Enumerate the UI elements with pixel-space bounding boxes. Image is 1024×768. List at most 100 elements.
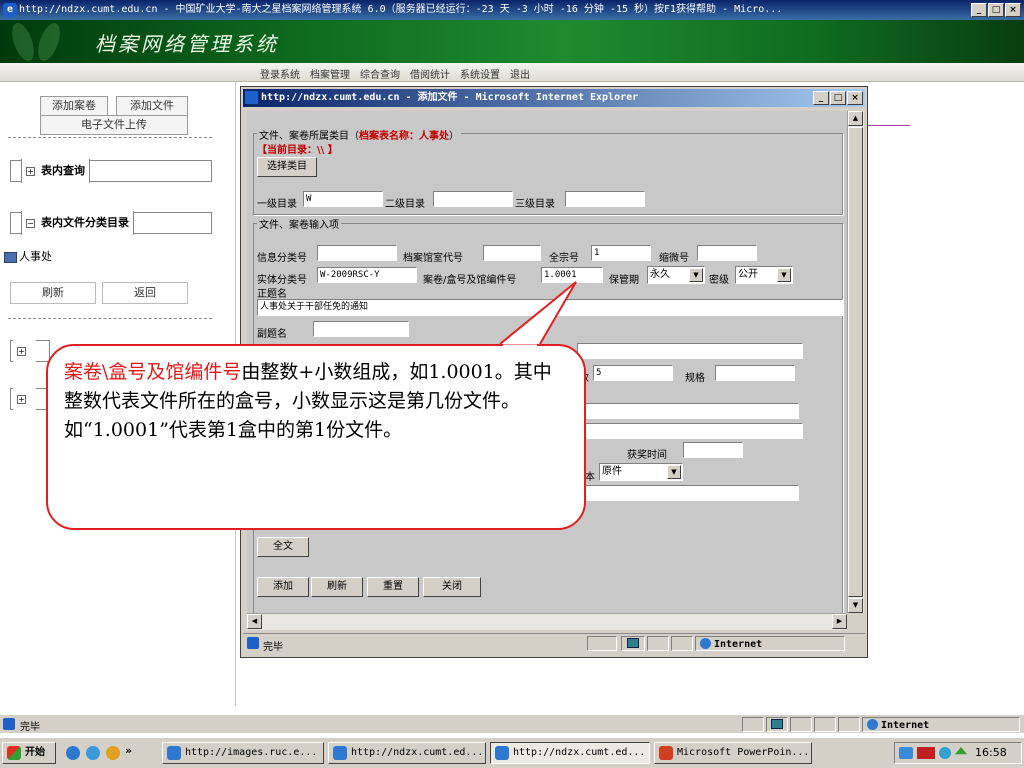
status-cell [587,636,617,651]
maximize-button[interactable]: □ [988,3,1004,17]
text-input[interactable] [577,485,799,501]
back-button[interactable]: 返回 [102,282,188,304]
text-version-label: 本 [585,472,595,483]
text-input[interactable] [577,343,803,359]
dialog-minimize-button[interactable]: _ [813,91,829,105]
ie-icon [167,746,181,760]
refresh-button[interactable]: 刷新 [10,282,96,304]
expand-icon: + [17,394,26,404]
browser-status-text: 完毕 [20,722,40,733]
collapsed-group[interactable]: + [10,339,50,363]
add-button[interactable]: 添加 [257,577,309,597]
info-class-input[interactable] [317,245,397,261]
pages-input[interactable]: 5 [593,365,673,381]
zone-label: Internet [714,639,763,650]
microfilm-input[interactable] [697,245,757,261]
spec-input[interactable] [715,365,795,381]
category-catalog-label: 表内文件分类目录 [41,216,129,229]
fonds-label: 全宗号 [549,253,579,264]
callout-text: 案卷\盒号及馆编件号由整数+小数组成，如1.0001。其中整数代表文件所在的盒号… [64,358,564,445]
upload-electronic-button[interactable]: 电子文件上传 [40,115,188,135]
scroll-thumb[interactable] [848,127,863,597]
folder-icon [4,251,17,263]
callout-highlight: 案卷\盒号及馆编件号 [64,361,242,383]
start-button[interactable]: 开始 [2,742,56,764]
menu-settings[interactable]: 系统设置 [460,66,500,81]
annotation-callout: 案卷\盒号及馆编件号由整数+小数组成，如1.0001。其中整数代表文件所在的盒号… [46,344,586,530]
menu-login[interactable]: 登录系统 [260,66,300,81]
scroll-left-icon[interactable]: ◀ [247,614,262,629]
taskbar-item[interactable]: Microsoft PowerPoin... [654,742,812,764]
archive-room-input[interactable] [483,245,541,261]
tree-item-personnel[interactable]: 人事处 [4,248,52,264]
logo-leaf-icon [33,20,65,64]
taskbar-item-active[interactable]: http://ndzx.cumt.ed... [490,742,650,764]
fulltext-button[interactable]: 全文 [257,537,309,557]
spec-label: 规格 [685,373,705,384]
chevron-right-icon[interactable]: » [125,744,132,757]
scroll-right-icon[interactable]: ▶ [832,614,847,629]
close-button[interactable]: × [1005,3,1021,17]
menu-archive-manage[interactable]: 档案管理 [310,66,350,81]
powerpoint-icon [659,746,673,760]
windows-logo-icon [7,746,21,760]
entity-class-input[interactable]: W-2009RSC-Y [317,267,417,283]
table-query-group[interactable]: + 表内查询 [10,159,212,183]
refresh-form-button[interactable]: 刷新 [311,577,363,597]
status-cell [621,636,645,651]
award-time-input[interactable] [683,442,743,458]
level1-label: 一级目录 [257,199,297,210]
system-tray: 16:58 [894,742,1022,764]
globe-icon [700,638,711,649]
add-file-button[interactable]: 添加文件 [116,96,188,116]
text-input[interactable] [577,423,803,439]
dialog-status-bar: 完毕 Internet [243,633,865,653]
main-title-input[interactable]: 人事处关于干部任免的通知 [257,299,843,316]
tray-arrow-icon[interactable] [955,747,967,755]
quicklaunch-desktop-icon[interactable] [86,746,100,760]
globe-icon [867,719,878,730]
retention-select[interactable]: 永久 ▼ [647,266,705,284]
scroll-up-icon[interactable]: ▲ [848,111,863,126]
taskbar-item[interactable]: http://images.ruc.e... [162,742,324,764]
level1-input[interactable]: W [303,191,383,207]
fonds-input[interactable]: 1 [591,245,651,261]
select-category-button[interactable]: 选择类目 [257,157,317,177]
logo-leaf-icon [7,20,39,64]
divider [8,318,212,319]
divider [8,137,212,138]
tray-network-icon[interactable] [899,747,913,759]
quicklaunch-app-icon[interactable] [106,746,120,760]
horizontal-scrollbar[interactable]: ◀ ▶ [247,613,847,630]
info-class-label: 信息分类号 [257,253,307,264]
box-no-input[interactable]: 1.0001 [541,267,603,283]
tray-ati-icon[interactable] [917,747,935,759]
page-icon [247,637,259,649]
security-icon [627,638,639,648]
close-form-button[interactable]: 关闭 [423,577,481,597]
text-input[interactable] [577,403,799,419]
vertical-scrollbar[interactable]: ▲ ▼ [847,111,864,613]
app-title: 档案网络管理系统 [95,32,279,56]
scroll-down-icon[interactable]: ▼ [848,598,863,613]
level3-input[interactable] [565,191,645,207]
category-catalog-group[interactable]: − 表内文件分类目录 [10,211,212,235]
dialog-close-button[interactable]: × [847,91,863,105]
text-version-select[interactable]: 原件 ▼ [599,463,683,481]
reset-button[interactable]: 重置 [367,577,419,597]
level2-input[interactable] [433,191,513,207]
minimize-button[interactable]: _ [971,3,987,17]
tray-update-icon[interactable] [939,747,951,759]
secrecy-select[interactable]: 公开 ▼ [735,266,793,284]
window-title-bar: e http://ndzx.cumt.edu.cn - 中国矿业大学-南大之星档案… [0,0,1024,20]
sub-title-input[interactable] [313,321,409,337]
quicklaunch-ie-icon[interactable] [66,746,80,760]
collapsed-group[interactable]: + [10,387,50,411]
window-title: http://ndzx.cumt.edu.cn - 中国矿业大学-南大之星档案网… [19,4,783,15]
menu-search[interactable]: 综合查询 [360,66,400,81]
taskbar-item[interactable]: http://ndzx.cumt.ed... [328,742,486,764]
menu-exit[interactable]: 退出 [510,66,530,81]
menu-borrow-stats[interactable]: 借阅统计 [410,66,450,81]
add-archive-button[interactable]: 添加案卷 [40,96,108,116]
dialog-maximize-button[interactable]: □ [830,91,846,105]
